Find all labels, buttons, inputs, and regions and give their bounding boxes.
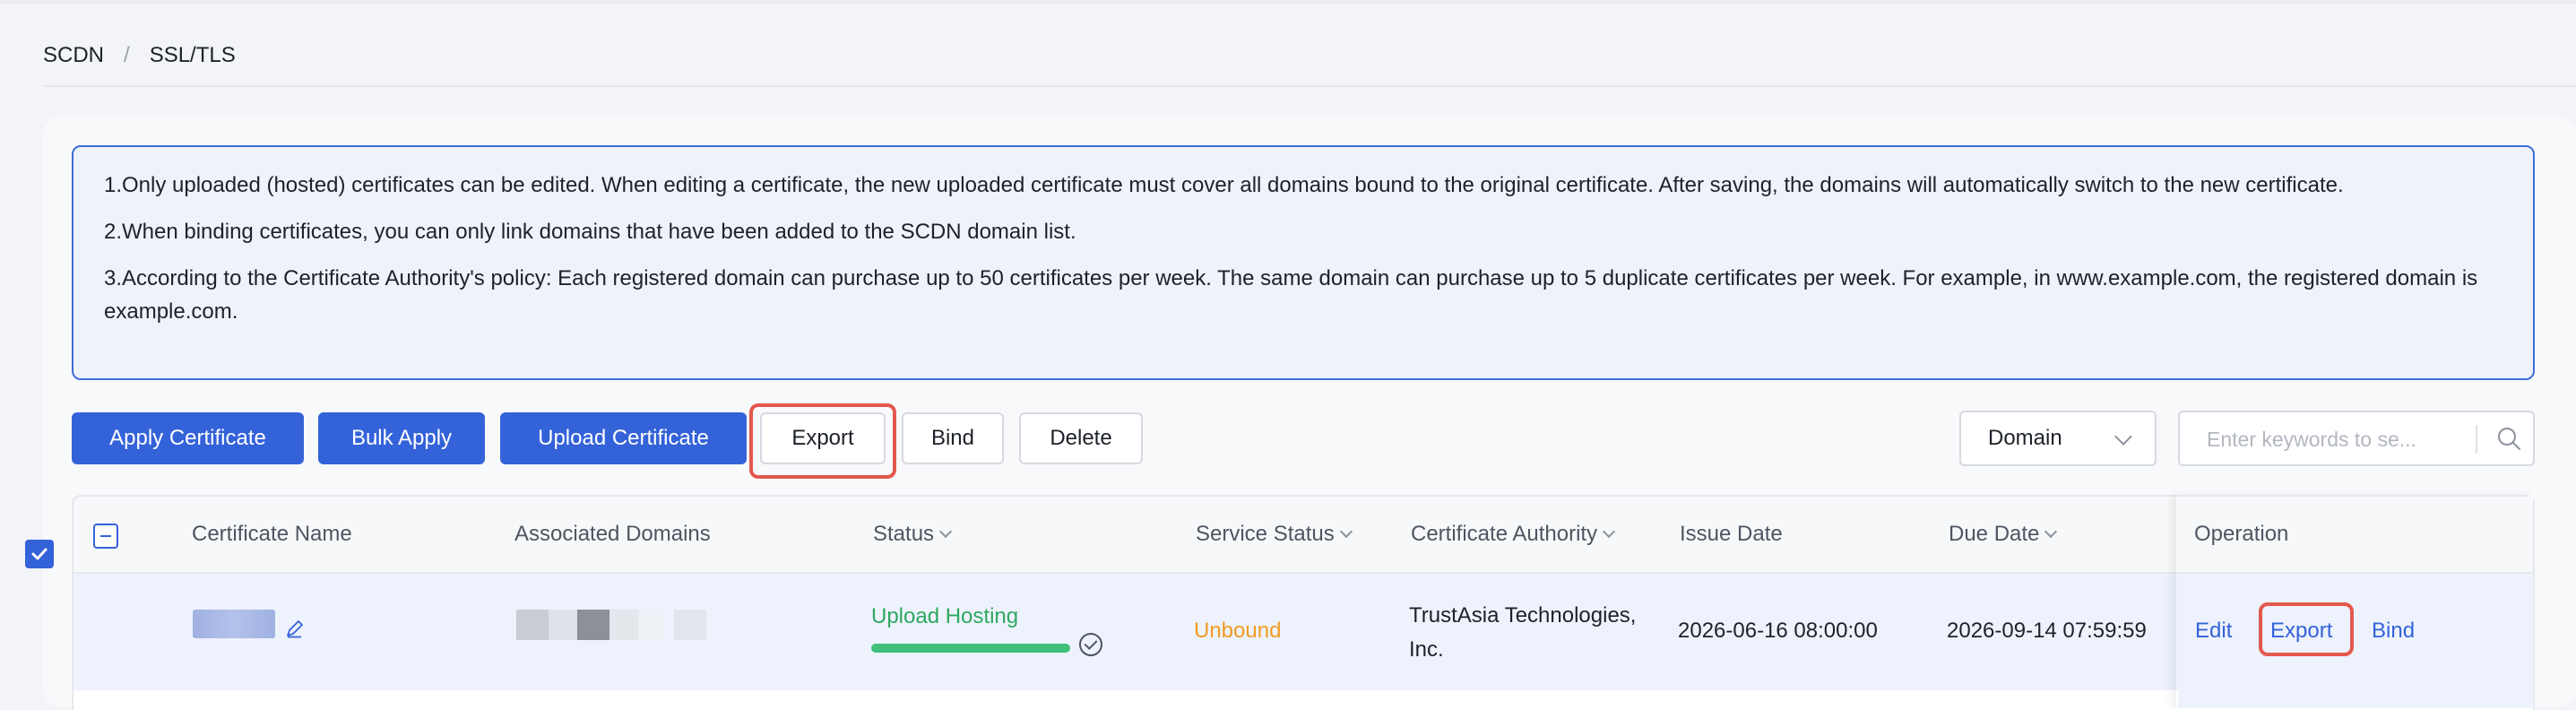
row-checkbox[interactable] — [25, 540, 54, 568]
header-due-date[interactable]: Due Date — [1949, 522, 2058, 547]
domain-filter-select[interactable]: Domain — [1959, 411, 2157, 466]
search-input[interactable] — [2205, 423, 2477, 455]
top-strip — [0, 0, 2576, 4]
certificate-authority-text: TrustAsia Technologies, Inc. — [1409, 603, 1637, 662]
breadcrumb: SCDN / SSL/TLS — [43, 43, 236, 68]
certificate-name-redacted[interactable] — [193, 610, 275, 638]
domain-filter-value: Domain — [1988, 426, 2062, 450]
header-status[interactable]: Status — [873, 522, 953, 547]
breadcrumb-current: SSL/TLS — [149, 43, 236, 67]
header-certificate-name: Certificate Name — [192, 522, 352, 546]
notice-line-3: 3.According to the Certificate Authority… — [104, 266, 2478, 324]
edit-name-icon[interactable] — [285, 619, 305, 638]
issue-date-text: 2026-06-16 08:00:00 — [1678, 619, 1878, 643]
due-date-text: 2026-09-14 07:59:59 — [1947, 619, 2147, 643]
header-service-status[interactable]: Service Status — [1196, 522, 1353, 547]
export-button[interactable]: Export — [760, 412, 886, 464]
filter-dropdown-icon — [1603, 524, 1616, 539]
checkmark-icon — [31, 548, 48, 560]
notice-line-1: 1.Only uploaded (hosted) certificates ca… — [104, 173, 2344, 197]
upload-certificate-button[interactable]: Upload Certificate — [500, 412, 747, 464]
breadcrumb-divider — [43, 85, 2576, 87]
search-divider — [2476, 425, 2477, 454]
search-box — [2178, 411, 2535, 466]
breadcrumb-root[interactable]: SCDN — [43, 43, 104, 68]
service-status-text: Unbound — [1194, 619, 1282, 643]
header-associated-domains: Associated Domains — [514, 522, 711, 546]
row-bind-link[interactable]: Bind — [2372, 619, 2415, 644]
chevron-down-icon — [2114, 428, 2132, 446]
header-certificate-authority[interactable]: Certificate Authority — [1411, 522, 1616, 547]
operation-column-shadow — [2176, 495, 2535, 710]
associated-domains-redacted — [516, 610, 749, 640]
row-export-link[interactable]: Export — [2270, 619, 2332, 644]
bind-button[interactable]: Bind — [902, 412, 1004, 464]
filter-dropdown-icon — [938, 524, 953, 539]
search-icon[interactable] — [2495, 425, 2522, 452]
status-text: Upload Hosting — [871, 604, 1019, 628]
breadcrumb-separator: / — [124, 43, 130, 67]
notice-line-2: 2.When binding certificates, you can onl… — [104, 220, 1076, 244]
table-header: Certificate Name Associated Domains Stat… — [73, 497, 2533, 574]
certificate-table: Certificate Name Associated Domains Stat… — [72, 495, 2535, 710]
notice-box: 1.Only uploaded (hosted) certificates ca… — [72, 145, 2535, 380]
check-circle-icon — [1079, 633, 1102, 656]
select-all-checkbox[interactable] — [93, 524, 118, 549]
header-issue-date: Issue Date — [1680, 522, 1783, 546]
table-row — [73, 574, 2533, 690]
bulk-apply-button[interactable]: Bulk Apply — [318, 412, 485, 464]
delete-button[interactable]: Delete — [1019, 412, 1143, 464]
sort-dropdown-icon — [2044, 524, 2058, 539]
apply-certificate-button[interactable]: Apply Certificate — [72, 412, 304, 464]
status-progress-bar — [871, 644, 1070, 653]
filter-dropdown-icon — [1339, 524, 1353, 539]
row-edit-link[interactable]: Edit — [2195, 619, 2232, 644]
